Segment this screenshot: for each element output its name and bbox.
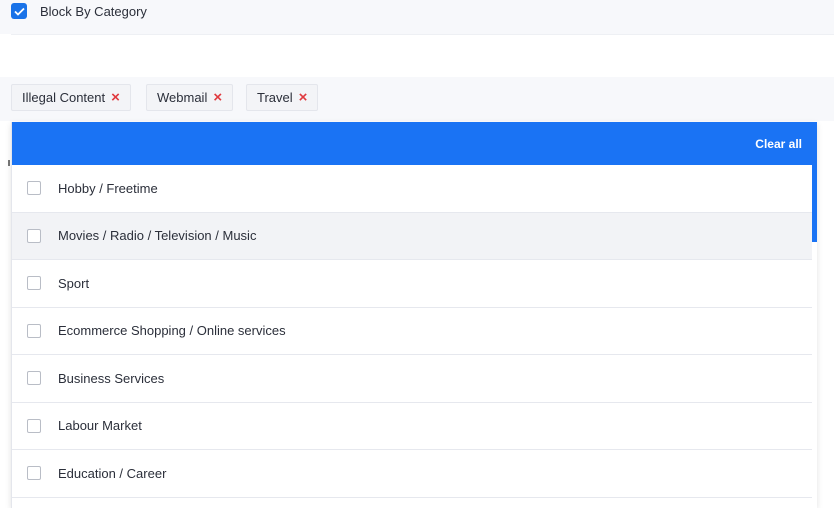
close-icon[interactable]: × bbox=[213, 90, 222, 105]
block-by-category-label: Block By Category bbox=[40, 4, 147, 19]
list-item[interactable]: Ecommerce Shopping / Online services bbox=[12, 307, 812, 355]
option-label: Sport bbox=[58, 275, 90, 291]
check-icon bbox=[13, 7, 25, 16]
close-icon[interactable]: × bbox=[299, 90, 308, 105]
tag-travel: Travel × bbox=[246, 84, 319, 111]
divider bbox=[8, 160, 10, 166]
close-icon[interactable]: × bbox=[111, 90, 120, 105]
option-label: Movies / Radio / Television / Music bbox=[58, 228, 257, 244]
dropdown-header: Clear all bbox=[12, 122, 817, 165]
option-checkbox[interactable] bbox=[27, 276, 41, 291]
list-item[interactable]: Hobby / Freetime bbox=[12, 165, 812, 213]
list-item[interactable]: Education / Career bbox=[12, 450, 812, 498]
option-label: Labour Market bbox=[58, 418, 142, 434]
list-item[interactable]: Sport bbox=[12, 260, 812, 308]
option-checkbox[interactable] bbox=[27, 466, 41, 481]
tag-label: Travel bbox=[257, 90, 293, 105]
option-label: Education / Career bbox=[58, 465, 167, 481]
tag-label: Webmail bbox=[157, 90, 208, 105]
option-checkbox[interactable] bbox=[27, 323, 41, 338]
block-by-category-checkbox[interactable] bbox=[11, 3, 27, 19]
list-item[interactable]: Labour Market bbox=[12, 402, 812, 450]
tag-webmail: Webmail × bbox=[146, 84, 234, 111]
option-checkbox[interactable] bbox=[27, 181, 41, 196]
list-item[interactable]: Business Services bbox=[12, 355, 812, 403]
scrollbar-thumb[interactable] bbox=[812, 165, 817, 242]
option-label: Hobby / Freetime bbox=[58, 180, 158, 196]
tag-illegal-content: Illegal Content × bbox=[11, 84, 131, 111]
option-checkbox[interactable] bbox=[27, 228, 41, 243]
category-dropdown: Clear all Hobby / Freetime Movies / Radi… bbox=[11, 122, 817, 508]
tag-label: Illegal Content bbox=[22, 90, 106, 105]
category-option-list: Hobby / Freetime Movies / Radio / Televi… bbox=[12, 165, 812, 498]
option-label: Business Services bbox=[58, 370, 165, 386]
option-label: Ecommerce Shopping / Online services bbox=[58, 323, 286, 339]
category-search-input[interactable] bbox=[11, 34, 834, 77]
list-item[interactable]: Movies / Radio / Television / Music bbox=[12, 212, 812, 260]
option-checkbox[interactable] bbox=[27, 371, 41, 386]
block-by-category-row: Block By Category bbox=[0, 0, 834, 34]
clear-all-button[interactable]: Clear all bbox=[755, 137, 802, 151]
option-checkbox[interactable] bbox=[27, 418, 41, 433]
